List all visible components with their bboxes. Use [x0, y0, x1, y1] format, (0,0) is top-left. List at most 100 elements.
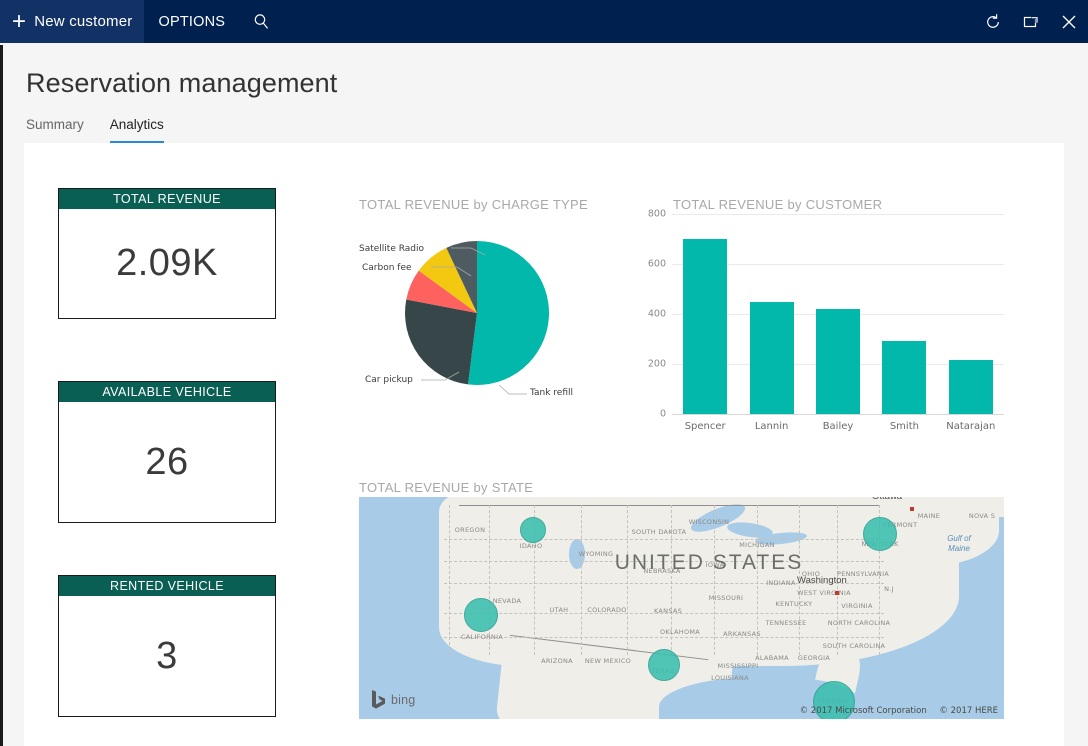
- topbar-window-controls: [974, 0, 1088, 43]
- pie-label-tank-refill: Tank refill: [530, 388, 573, 398]
- map-state-border: [627, 505, 628, 655]
- bar-y-tick-label: 0: [660, 409, 666, 420]
- bar-x-tick-label: Natarajan: [946, 421, 995, 432]
- search-button[interactable]: [239, 0, 284, 43]
- map-state-border: [444, 637, 884, 638]
- new-customer-label: New customer: [34, 13, 132, 30]
- bar-x-tick-label: Smith: [890, 421, 919, 432]
- map-state-label: NEVADA: [493, 597, 522, 605]
- refresh-button[interactable]: [974, 0, 1012, 43]
- map-state-label: SOUTH CAROLINA: [823, 642, 886, 650]
- options-menu-button[interactable]: OPTIONS: [144, 0, 239, 43]
- map-state-label: N.J: [884, 585, 894, 593]
- map-state-border: [581, 505, 582, 655]
- map-state-label: MICHIGAN: [739, 541, 775, 549]
- pie-leader-line: [499, 385, 527, 394]
- map-attribution: © 2017 Microsoft Corporation © 2017 HERE: [790, 706, 998, 716]
- tab-summary[interactable]: Summary: [26, 117, 84, 143]
- tab-analytics[interactable]: Analytics: [110, 117, 164, 143]
- map-state-label: IDAHO: [520, 542, 543, 550]
- bar-column[interactable]: [816, 309, 860, 414]
- kpi-title: RENTED VEHICLE: [59, 576, 275, 596]
- map-visual[interactable]: OREGONIDAHOWYOMINGSOUTH DAKOTANEBRASKANE…: [359, 497, 1004, 719]
- close-button[interactable]: [1050, 0, 1088, 43]
- map-water-label-gulf-of-maine: Gulf ofMaine: [947, 534, 971, 554]
- search-icon: [253, 13, 270, 30]
- options-label: OPTIONS: [158, 14, 225, 30]
- kpi-card-available-vehicle[interactable]: AVAILABLE VEHICLE 26: [58, 381, 276, 523]
- plus-icon: +: [12, 10, 26, 34]
- pie-label-satellite-radio: Satellite Radio: [359, 244, 424, 254]
- pie-chart[interactable]: Satellite Radio Carbon fee Car pickup Ta…: [359, 222, 649, 407]
- map-state-border: [449, 505, 450, 655]
- map-state-label: GEORGIA: [798, 654, 830, 662]
- tab-bar: Summary Analytics: [26, 117, 164, 143]
- bar-x-tick-label: Spencer: [685, 421, 726, 432]
- bar-y-tick-label: 400: [648, 309, 666, 320]
- map-state-label: UTAH: [550, 606, 569, 614]
- map-state-label: WISCONSIN: [689, 518, 730, 526]
- map-state-label: KENTUCKY: [776, 600, 813, 608]
- landmass-us-northeast: [829, 497, 999, 567]
- map-state-label: MISSISSIPPI: [718, 662, 759, 670]
- map-city-dot: [910, 507, 914, 511]
- map-state-label: OREGON: [455, 526, 486, 534]
- refresh-icon: [984, 13, 1002, 31]
- kpi-card-rented-vehicle[interactable]: RENTED VEHICLE 3: [58, 575, 276, 717]
- bing-logo[interactable]: bing: [371, 690, 415, 709]
- bar-y-tick-label: 800: [648, 209, 666, 220]
- map-state-label: VIRGINIA: [841, 602, 872, 610]
- page-title: Reservation management: [26, 68, 337, 99]
- bar-column[interactable]: [750, 302, 794, 415]
- bar-x-tick-label: Bailey: [823, 421, 854, 432]
- map-data-bubble[interactable]: [648, 649, 680, 681]
- map-state-label: SOUTH DAKOTA: [632, 528, 687, 536]
- map-state-label: COLORADO: [587, 606, 626, 614]
- kpi-card-total-revenue[interactable]: TOTAL REVENUE 2.09K: [58, 188, 276, 319]
- map-state-label: ARKANSAS: [723, 630, 761, 638]
- map-state-border: [444, 539, 884, 540]
- map-country-label: UNITED STATES: [615, 551, 804, 575]
- map-state-border: [714, 505, 715, 655]
- map-state-label: NORTH CAROLINA: [828, 619, 891, 627]
- top-command-bar: + New customer OPTIONS: [0, 0, 1088, 43]
- new-customer-button[interactable]: + New customer: [0, 0, 144, 43]
- map-state-label: KANSAS: [654, 607, 682, 615]
- map-state-label: LOUISIANA: [711, 674, 749, 682]
- map-city-label: Ottawa: [872, 497, 902, 502]
- kpi-value: 3: [59, 596, 275, 716]
- map-data-bubble[interactable]: [520, 517, 546, 543]
- pie-slice[interactable]: [468, 241, 549, 385]
- map-state-label: INDIANA: [766, 579, 796, 587]
- map-state-label: WEST VIRGINIA: [797, 589, 851, 597]
- kpi-value: 2.09K: [59, 209, 275, 318]
- map-state-label: NEW MEXICO: [585, 657, 631, 665]
- map-city-label: Washington: [797, 575, 847, 586]
- bar-y-tick-label: 200: [648, 359, 666, 370]
- popout-button[interactable]: [1012, 0, 1050, 43]
- map-state-label: ARIZONA: [541, 657, 573, 665]
- map-state-label: WYOMING: [579, 550, 614, 558]
- bar-y-tick-label: 600: [648, 259, 666, 270]
- kpi-title: AVAILABLE VEHICLE: [59, 382, 275, 402]
- border-us-canada: [459, 505, 879, 506]
- kpi-title: TOTAL REVENUE: [59, 189, 275, 209]
- bar-column[interactable]: [683, 239, 727, 414]
- map-state-label: MISSOURI: [709, 594, 743, 602]
- bar-chart-title: TOTAL REVENUE by CUSTOMER: [673, 197, 882, 212]
- map-title: TOTAL REVENUE by STATE: [359, 480, 533, 495]
- attribution-here: © 2017 HERE: [939, 706, 998, 716]
- popout-icon: [1022, 13, 1040, 31]
- window-left-edge: [0, 45, 3, 746]
- map-data-bubble[interactable]: [863, 517, 897, 551]
- bar-column[interactable]: [882, 341, 926, 414]
- map-state-label: TENNESSEE: [765, 619, 806, 627]
- attribution-microsoft: © 2017 Microsoft Corporation: [800, 706, 927, 716]
- map-data-bubble[interactable]: [464, 598, 498, 632]
- bar-column[interactable]: [949, 360, 993, 414]
- pie-slice[interactable]: [405, 300, 477, 385]
- map-state-label: OKLAHOMA: [660, 628, 700, 636]
- bar-chart[interactable]: 0200400600800SpencerLanninBaileySmithNat…: [672, 214, 1004, 414]
- map-state-label: CALIFORNIA: [461, 633, 503, 641]
- pie-chart-title: TOTAL REVENUE by CHARGE TYPE: [359, 197, 588, 212]
